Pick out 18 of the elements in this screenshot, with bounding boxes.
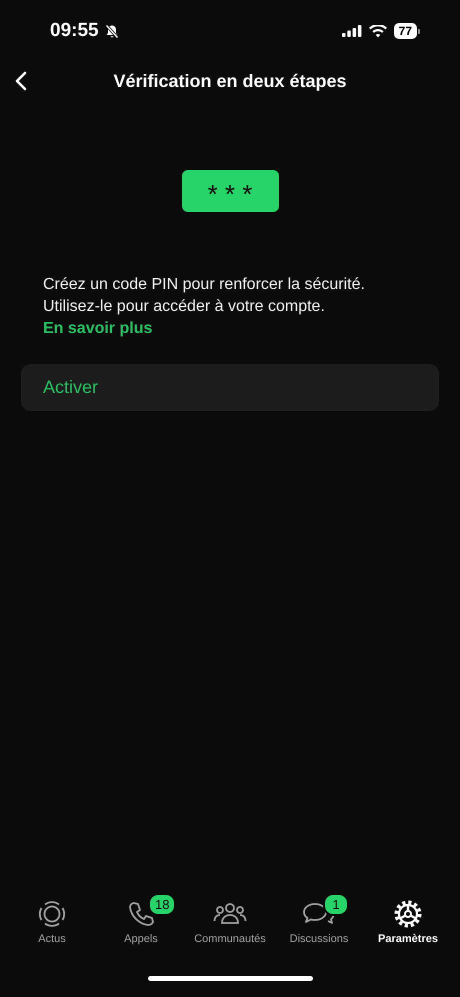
status-time: 09:55 [50, 20, 99, 42]
description-text: Créez un code PIN pour renforcer la sécurité. Utilisez-le pour accéder à votre compte. En savoir plus [43, 275, 366, 339]
count-badge: 18 [148, 893, 176, 916]
learn-more-link[interactable]: En savoir plus [43, 320, 152, 337]
status-icon [37, 899, 67, 929]
battery-icon: 77 [394, 23, 420, 39]
chevron-left-icon [15, 71, 27, 91]
count-badge: 1 [323, 893, 349, 916]
tab-item[interactable]: Actus [8, 898, 96, 945]
settings-icon [393, 899, 423, 929]
screen-title: Vérification en deux étapes [113, 70, 347, 92]
wifi-icon [368, 24, 387, 38]
phone-icon [126, 899, 156, 929]
signal-icon [342, 25, 362, 37]
pin-illustration: * * * [182, 170, 278, 212]
activate-button[interactable]: Activer [21, 364, 439, 411]
tab-item[interactable]: Communautés [186, 898, 274, 945]
tab-item[interactable]: Paramètres [364, 898, 452, 945]
